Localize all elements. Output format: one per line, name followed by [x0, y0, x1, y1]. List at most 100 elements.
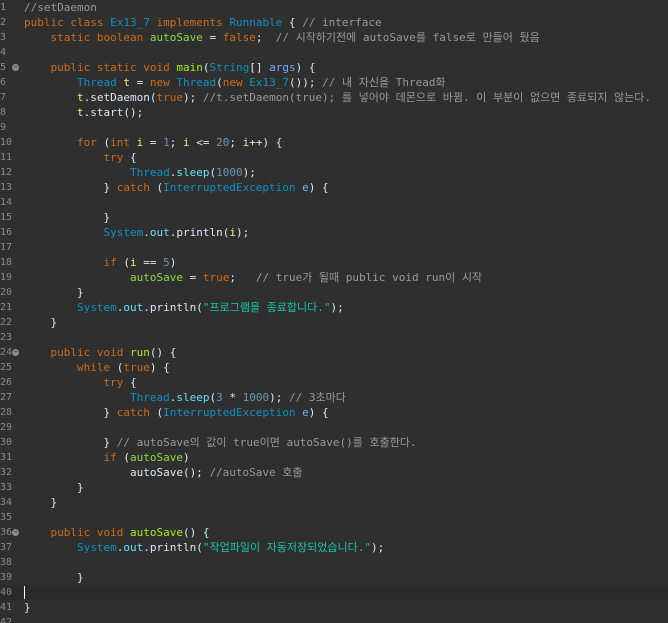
- code-line[interactable]: 20 }: [0, 285, 668, 300]
- code-line[interactable]: 6 Thread t = new Thread(new Ex13_7()); /…: [0, 75, 668, 90]
- code-line[interactable]: 40: [0, 585, 668, 600]
- code-line[interactable]: 39 }: [0, 570, 668, 585]
- line-number: 40: [0, 587, 13, 598]
- code-token: InterruptedException: [163, 181, 296, 194]
- code-text[interactable]: }: [24, 600, 31, 615]
- code-token: t: [24, 91, 84, 104]
- code-token: (: [116, 451, 130, 464]
- code-line[interactable]: 36− public void autoSave() {: [0, 525, 668, 540]
- code-line[interactable]: 18 if (i == 5): [0, 255, 668, 270]
- code-text[interactable]: //setDaemon: [24, 0, 97, 15]
- code-line[interactable]: 1 //setDaemon: [0, 0, 668, 15]
- code-token: (: [110, 361, 124, 374]
- code-text[interactable]: while (true) {: [24, 360, 170, 375]
- fold-toggle-icon[interactable]: −: [12, 529, 19, 536]
- code-text[interactable]: }: [24, 570, 84, 585]
- code-line[interactable]: 23: [0, 330, 668, 345]
- code-line[interactable]: 41}: [0, 600, 668, 615]
- code-text[interactable]: if (i == 5): [24, 255, 176, 270]
- code-line[interactable]: 35: [0, 510, 668, 525]
- code-token: }: [24, 436, 117, 449]
- code-line[interactable]: 34 }: [0, 495, 668, 510]
- code-text[interactable]: for (int i = 1; i <= 20; i++) {: [24, 135, 282, 150]
- code-text[interactable]: }: [24, 285, 84, 300]
- code-line[interactable]: 4: [0, 45, 668, 60]
- code-line[interactable]: 5− public static void main(String[] args…: [0, 60, 668, 75]
- line-number: 25: [0, 362, 13, 373]
- line-number: 19: [0, 272, 13, 283]
- code-token: "프로그램을 종료합니다.": [202, 301, 331, 314]
- code-token: String: [209, 61, 250, 74]
- code-line[interactable]: 38: [0, 555, 668, 570]
- code-line[interactable]: 29: [0, 420, 668, 435]
- code-text[interactable]: }: [24, 315, 57, 330]
- code-line[interactable]: 25 while (true) {: [0, 360, 668, 375]
- code-text[interactable]: }: [24, 495, 57, 510]
- code-line[interactable]: 2 public class Ex13_7 implements Runnable…: [0, 15, 668, 30]
- code-line[interactable]: 24− public void run() {: [0, 345, 668, 360]
- code-line[interactable]: 19 autoSave = true; // true가 될때 public v…: [0, 270, 668, 285]
- code-token: // true가 될때 public void run이 시작: [255, 271, 483, 284]
- code-text[interactable]: }: [24, 210, 110, 225]
- code-line[interactable]: 14: [0, 195, 668, 210]
- code-line[interactable]: 27 Thread.sleep(3 * 1000); // 3초마다: [0, 390, 668, 405]
- code-text[interactable]: static boolean autoSave = false; // 시작하기…: [24, 30, 539, 45]
- code-token: //setDaemon: [24, 1, 97, 14]
- code-line[interactable]: 13 } catch (InterruptedException e) {: [0, 180, 668, 195]
- code-line[interactable]: 21 System.out.println("프로그램을 종료합니다.");: [0, 300, 668, 315]
- code-line[interactable]: 11 try {: [0, 150, 668, 165]
- code-line[interactable]: 28 } catch (InterruptedException e) {: [0, 405, 668, 420]
- code-token: InterruptedException: [163, 406, 296, 419]
- code-text[interactable]: System.out.println(i);: [24, 225, 249, 240]
- code-token: implements: [149, 16, 230, 29]
- code-line[interactable]: 33 }: [0, 480, 668, 495]
- code-line[interactable]: 42: [0, 615, 668, 623]
- code-text[interactable]: } // autoSave의 값이 true이면 autoSave()를 호출한…: [24, 435, 416, 450]
- code-token: ) {: [308, 406, 329, 419]
- code-text[interactable]: try {: [24, 150, 136, 165]
- code-text[interactable]: System.out.println("작업파일이 자동저장되었습니다.");: [24, 540, 384, 555]
- code-text[interactable]: public class Ex13_7 implements Runnable …: [24, 15, 382, 30]
- code-line[interactable]: 16 System.out.println(i);: [0, 225, 668, 240]
- code-text[interactable]: public static void main(String[] args) {: [24, 60, 315, 75]
- code-token: }: [24, 211, 111, 224]
- code-line[interactable]: 37 System.out.println("작업파일이 자동저장되었습니다."…: [0, 540, 668, 555]
- code-text[interactable]: Thread.sleep(3 * 1000); // 3초마다: [24, 390, 346, 405]
- code-line[interactable]: 9: [0, 120, 668, 135]
- code-line[interactable]: 26 try {: [0, 375, 668, 390]
- code-line[interactable]: 17: [0, 240, 668, 255]
- code-text[interactable]: } catch (InterruptedException e) {: [24, 405, 329, 420]
- code-line[interactable]: 22 }: [0, 315, 668, 330]
- code-line[interactable]: 3 static boolean autoSave = false; // 시작…: [0, 30, 668, 45]
- code-token: ;: [229, 271, 256, 284]
- code-line[interactable]: 31 if (autoSave): [0, 450, 668, 465]
- code-text[interactable]: }: [24, 480, 84, 495]
- code-text[interactable]: try {: [24, 375, 136, 390]
- code-text[interactable]: t.start();: [24, 105, 143, 120]
- code-text[interactable]: } catch (InterruptedException e) {: [24, 180, 328, 195]
- code-text[interactable]: autoSave(); //autoSave 호출: [24, 465, 303, 480]
- code-editor[interactable]: 1 //setDaemon 2 public class Ex13_7 impleme…: [0, 0, 668, 623]
- code-text[interactable]: public void run() {: [24, 345, 176, 360]
- code-text[interactable]: t.setDaemon(true); //t.setDaemon(true); …: [24, 90, 651, 105]
- fold-toggle-icon[interactable]: −: [12, 349, 19, 356]
- fold-toggle-icon[interactable]: −: [12, 64, 19, 71]
- code-text[interactable]: Thread.sleep(1000);: [24, 165, 256, 180]
- code-text[interactable]: Thread t = new Thread(new Ex13_7()); // …: [24, 75, 446, 90]
- code-line[interactable]: 32 autoSave(); //autoSave 호출: [0, 465, 668, 480]
- code-line[interactable]: 10 for (int i = 1; i <= 20; i++) {: [0, 135, 668, 150]
- line-number: 13: [0, 182, 13, 193]
- code-text[interactable]: if (autoSave): [24, 450, 189, 465]
- code-token: public void: [24, 346, 130, 359]
- code-text[interactable]: System.out.println("프로그램을 종료합니다.");: [24, 300, 344, 315]
- code-text[interactable]: public void autoSave() {: [24, 525, 209, 540]
- code-line[interactable]: 30 } // autoSave의 값이 true이면 autoSave()를 …: [0, 435, 668, 450]
- code-line[interactable]: 15 }: [0, 210, 668, 225]
- code-line[interactable]: 7 t.setDaemon(true); //t.setDaemon(true)…: [0, 90, 668, 105]
- code-line[interactable]: 8 t.start();: [0, 105, 668, 120]
- line-number: 37: [0, 542, 13, 553]
- code-text[interactable]: autoSave = true; // true가 될때 public void…: [24, 270, 482, 285]
- code-line[interactable]: 12 Thread.sleep(1000);: [0, 165, 668, 180]
